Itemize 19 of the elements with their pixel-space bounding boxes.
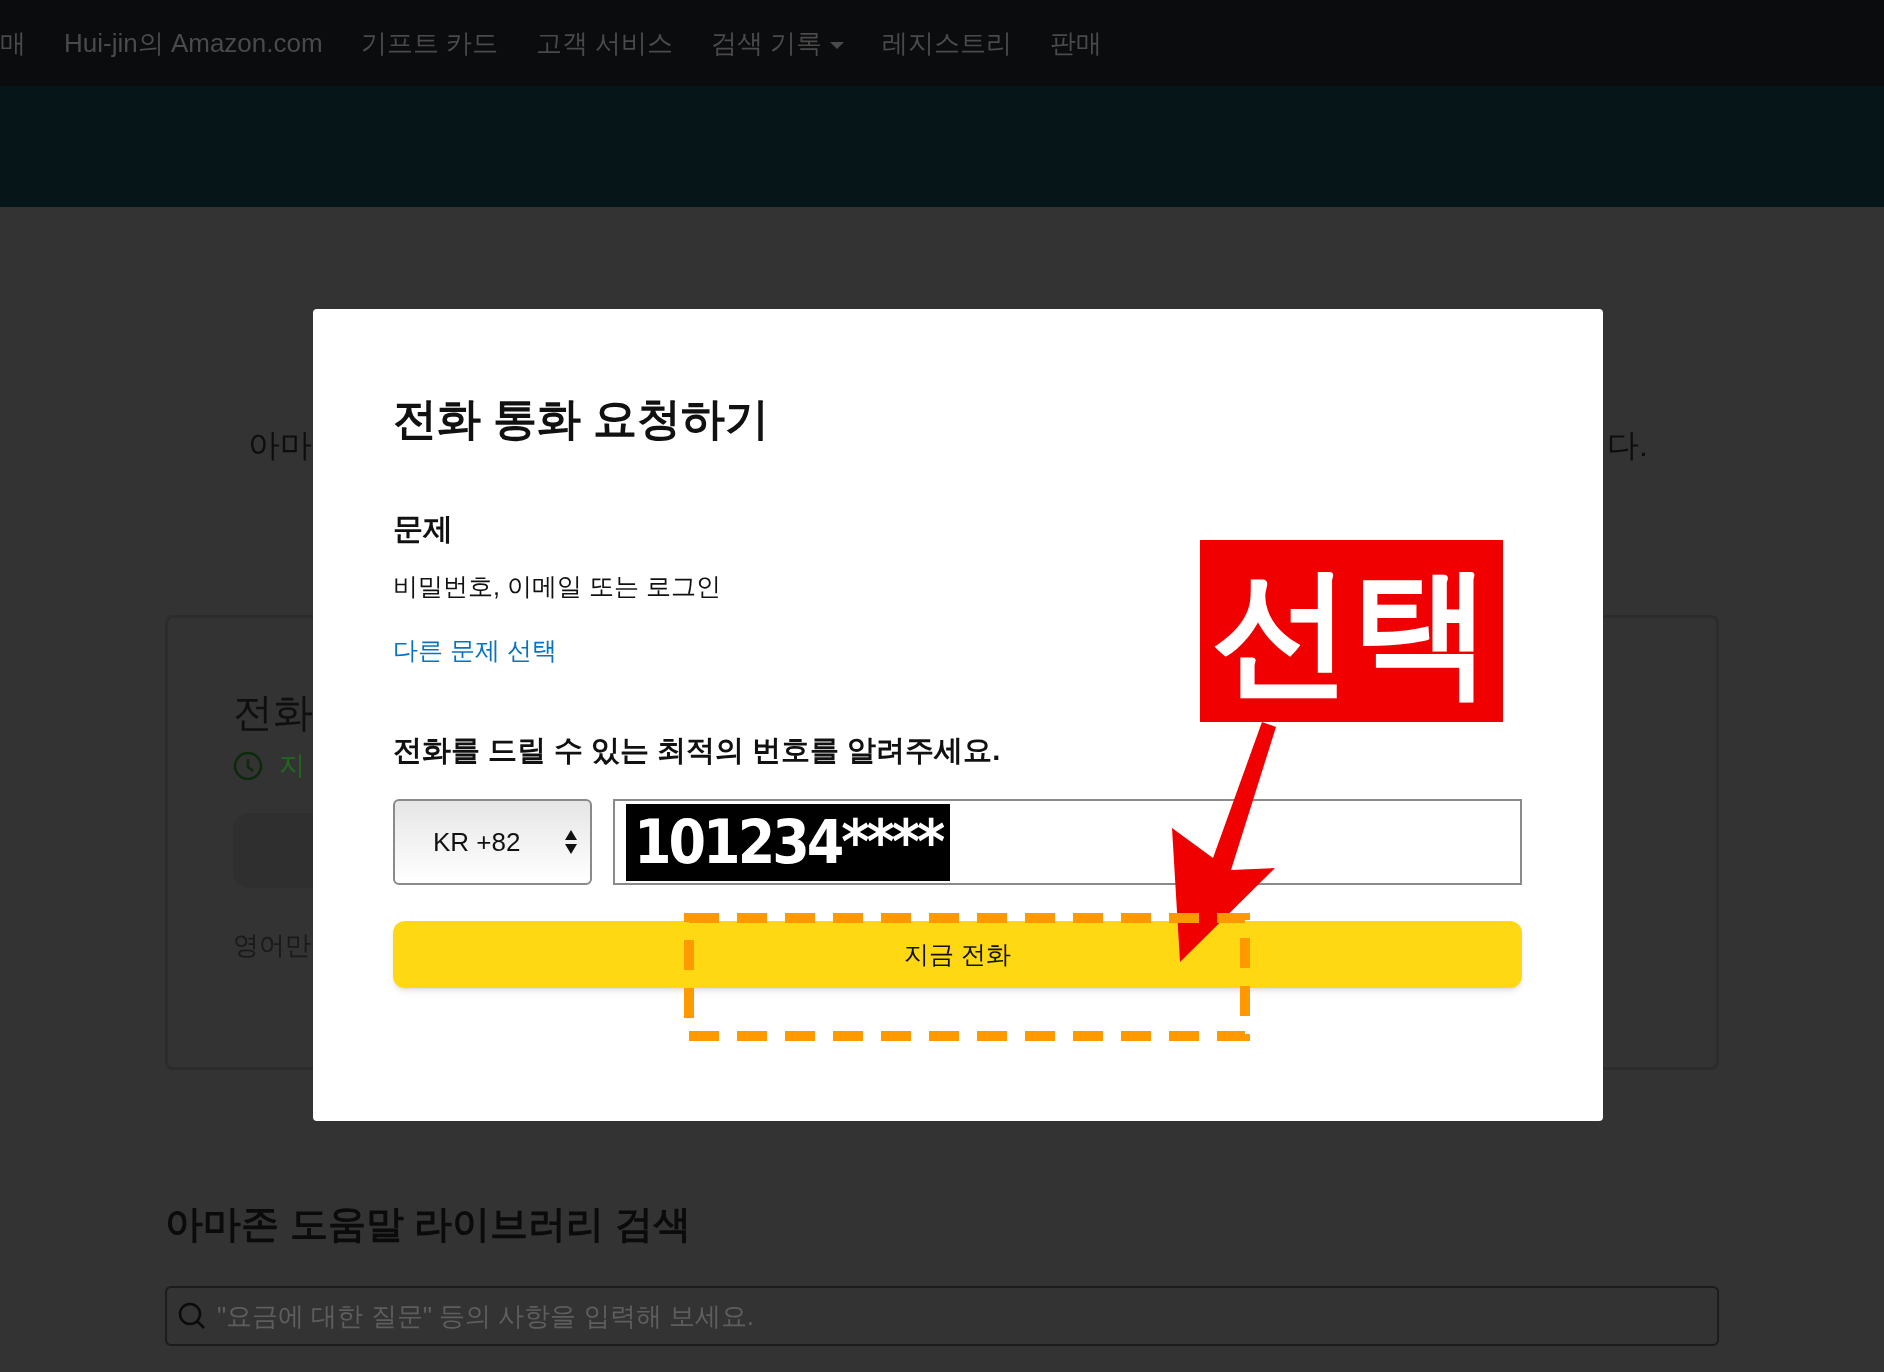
nav-link[interactable]: 매 <box>0 23 26 63</box>
phone-prompt: 전화를 드릴 수 있는 최적의 번호를 알려주세요. <box>393 733 1002 768</box>
search-icon <box>177 1301 207 1331</box>
nav-link[interactable]: 고객 서비스 <box>535 23 674 63</box>
nav-link[interactable]: 판매 <box>1050 23 1103 63</box>
redacted-number: 101234**** <box>626 803 951 881</box>
annotation-label: 선택 <box>1200 540 1503 722</box>
nav-link[interactable]: 레지스트리 <box>882 23 1013 63</box>
call-now-button[interactable]: 지금 전화 <box>393 921 1522 988</box>
country-select[interactable]: KR +82 <box>393 799 592 885</box>
clock-icon <box>233 750 263 781</box>
problem-text: 비밀번호, 이메일 또는 로그인 <box>393 571 722 602</box>
section-label: 문제 <box>393 511 454 547</box>
nav-link[interactable]: 검색 기록 <box>711 23 845 63</box>
dialog-title: 전화 통화 요청하기 <box>393 393 771 445</box>
nav-link[interactable]: 기프트 카드 <box>360 23 498 63</box>
change-problem-link[interactable]: 다른 문제 선택 <box>393 633 557 667</box>
nav-link[interactable]: Hui-jin의 Amazon.com <box>64 23 323 63</box>
updown-icon <box>564 829 578 855</box>
